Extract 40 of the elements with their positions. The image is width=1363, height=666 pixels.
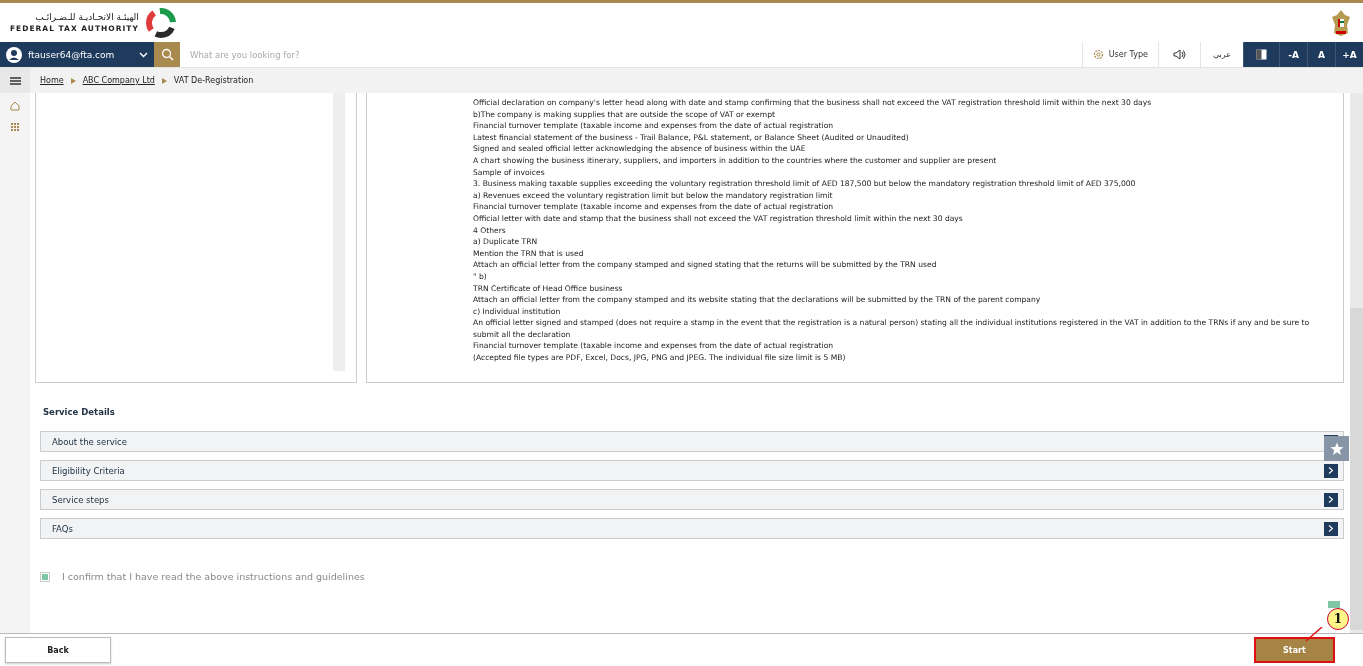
speaker-icon [1172,49,1186,60]
font-size-button[interactable]: A [1307,42,1335,67]
logo-arabic-text: الهيئـة الاتحـاديـة للـضـرائـب [35,12,139,23]
scrollbar[interactable] [1350,93,1363,633]
accordion-header[interactable]: About the service [40,431,1344,452]
font-size-button[interactable]: -A [1279,42,1307,67]
home-icon[interactable] [10,101,20,111]
caret-icon [70,77,76,84]
accordion-header[interactable]: Eligibility Criteria [40,460,1344,481]
confirm-checkbox[interactable] [40,571,50,582]
back-button[interactable]: Back [5,637,111,663]
leader-line [1305,627,1323,642]
search-icon [160,48,174,61]
search-button[interactable] [154,42,180,67]
confirm-label: I confirm that I have read the above instructions and guidelines [62,571,365,582]
menu-button[interactable] [0,68,30,93]
menu-icon [9,76,21,85]
step-callout: 1 [1327,608,1349,630]
star-button[interactable] [1324,436,1349,461]
chevron-icon [1324,463,1338,478]
accordion-header[interactable]: FAQs [40,518,1344,539]
breadcrumb-link[interactable]: ABC Company Ltd [82,76,155,85]
grid-icon[interactable] [10,123,20,132]
chevron-down-icon [139,51,148,58]
logo-icon [144,6,177,39]
contrast-button[interactable] [1243,42,1279,67]
user-icon [6,46,22,63]
caret-icon [161,77,167,84]
current-page-text: VAT De-Registration [173,76,254,85]
chevron-icon [1324,521,1338,536]
contrast-icon [1256,49,1267,60]
gear-icon [1092,49,1104,60]
section-title: Service Details [43,407,116,417]
chevron-icon [1324,492,1338,507]
accordion-header[interactable]: Service steps [40,489,1344,510]
user-menu[interactable]: ftauser64@fta.com [0,42,154,67]
breadcrumb-link[interactable]: Home [40,76,64,85]
font-size-button[interactable]: +A [1335,42,1363,67]
star-icon [1329,441,1344,456]
emblem-icon [1331,8,1351,37]
